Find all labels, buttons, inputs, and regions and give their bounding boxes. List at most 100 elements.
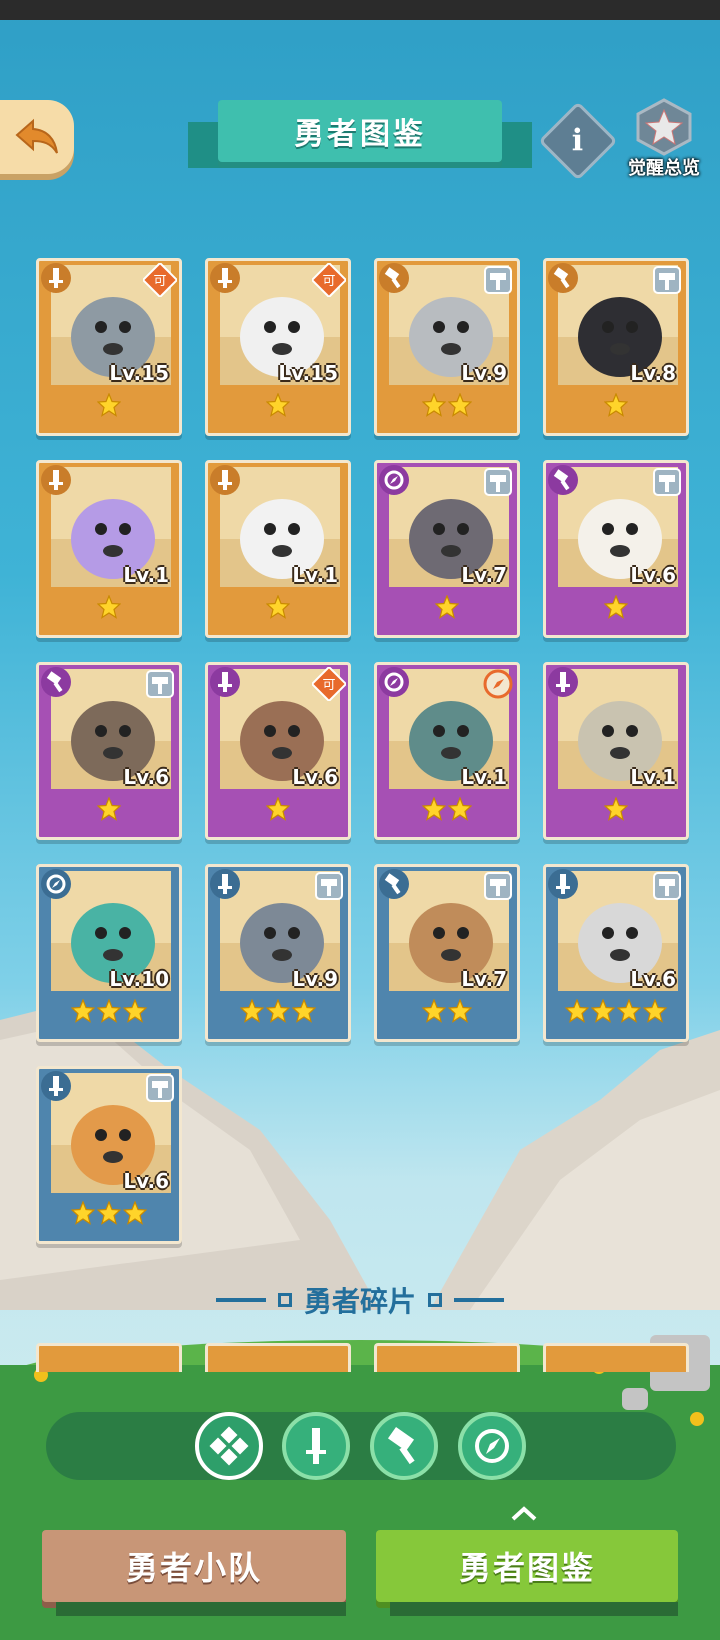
- hero-card[interactable]: Lv.9: [374, 258, 520, 436]
- hero-card[interactable]: Lv.7: [374, 460, 520, 638]
- sword-icon: [41, 263, 71, 293]
- hero-level: Lv.6: [630, 563, 676, 587]
- hammer-badge-icon: [650, 465, 684, 499]
- hammer-badge-icon: [481, 465, 515, 499]
- hero-card[interactable]: Lv.1: [205, 460, 351, 638]
- filter-all-button[interactable]: [195, 1412, 263, 1480]
- hero-level: Lv.6: [123, 1169, 169, 1193]
- star-icon: [447, 796, 473, 825]
- filter-hammer-button[interactable]: [370, 1412, 438, 1480]
- sword-icon: [210, 465, 240, 495]
- star-icon: [96, 998, 122, 1027]
- hero-card[interactable]: 可 Lv.6: [205, 662, 351, 840]
- hero-level: Lv.6: [292, 765, 338, 789]
- hero-star-rating: [377, 796, 517, 825]
- compass-icon: [379, 667, 409, 697]
- compass-icon: [475, 1429, 509, 1463]
- svg-text:可: 可: [322, 678, 335, 693]
- hero-card[interactable]: Lv.6: [543, 460, 689, 638]
- filter-compass-button[interactable]: [458, 1412, 526, 1480]
- shard-card[interactable]: [543, 1343, 689, 1372]
- compass-badge-icon: [481, 667, 515, 701]
- star-badge-icon: [636, 98, 692, 156]
- hero-card[interactable]: Lv.9: [205, 864, 351, 1042]
- hero-card[interactable]: Lv.6: [36, 1066, 182, 1244]
- hero-level: Lv.7: [461, 563, 507, 587]
- star-icon: [122, 998, 148, 1027]
- hero-star-rating: [546, 998, 686, 1027]
- hero-level: Lv.15: [278, 361, 338, 385]
- hero-star-rating: [546, 594, 686, 623]
- star-icon: [564, 998, 590, 1027]
- filter-sword-button[interactable]: [282, 1412, 350, 1480]
- rock: [622, 1388, 648, 1410]
- divider: [454, 1298, 504, 1302]
- divider: [215, 1298, 266, 1302]
- chevron-up-icon: [511, 1506, 537, 1521]
- shard-card[interactable]: [374, 1343, 520, 1372]
- hero-star-rating: [39, 1200, 179, 1229]
- sword-icon: [548, 667, 578, 697]
- sword-icon: [210, 869, 240, 899]
- hero-star-rating: [377, 392, 517, 421]
- hero-star-rating: [39, 594, 179, 623]
- flower: [690, 1412, 704, 1426]
- star-icon: [434, 594, 460, 623]
- hammer-icon: [379, 869, 409, 899]
- star-icon: [291, 998, 317, 1027]
- hero-card[interactable]: Lv.1: [36, 460, 182, 638]
- hero-star-rating: [39, 998, 179, 1027]
- hero-star-rating: [208, 998, 348, 1027]
- tab-hero-team[interactable]: 勇者小队: [42, 1530, 346, 1602]
- hero-card[interactable]: Lv.10: [36, 864, 182, 1042]
- hero-star-rating: [208, 392, 348, 421]
- hero-star-rating: [208, 594, 348, 623]
- sword-icon: [41, 1071, 71, 1101]
- hammer-badge-icon: [650, 263, 684, 297]
- star-icon: [603, 392, 629, 421]
- star-icon: [421, 392, 447, 421]
- hero-card[interactable]: 可 Lv.15: [205, 258, 351, 436]
- info-button[interactable]: i: [538, 101, 618, 181]
- hero-card[interactable]: Lv.6: [36, 662, 182, 840]
- star-icon: [70, 998, 96, 1027]
- hammer-icon: [41, 667, 71, 697]
- sword-icon: [210, 263, 240, 293]
- hammer-badge-icon: [650, 869, 684, 903]
- hero-card[interactable]: Lv.8: [543, 258, 689, 436]
- status-bar: [0, 0, 720, 20]
- svg-text:可: 可: [322, 274, 335, 289]
- star-icon: [96, 1200, 122, 1229]
- star-icon: [239, 998, 265, 1027]
- back-arrow-icon: [15, 118, 58, 154]
- shard-card[interactable]: [36, 1343, 182, 1372]
- hero-card[interactable]: 可 Lv.15: [36, 258, 182, 436]
- star-icon: [122, 1200, 148, 1229]
- shard-card[interactable]: [205, 1343, 351, 1372]
- hero-level: Lv.1: [630, 765, 676, 789]
- hero-level: Lv.10: [109, 967, 169, 991]
- hero-card[interactable]: Lv.1: [374, 662, 520, 840]
- hammer-badge-icon: [481, 263, 515, 297]
- hero-card[interactable]: Lv.6: [543, 864, 689, 1042]
- star-icon: [590, 998, 616, 1027]
- awaken-overview-label: 觉醒总览: [628, 158, 700, 179]
- nav-shadow: [56, 1602, 346, 1616]
- star-icon: [70, 1200, 96, 1229]
- hammer-badge-icon: [481, 869, 515, 903]
- star-icon: [421, 796, 447, 825]
- hero-card[interactable]: Lv.7: [374, 864, 520, 1042]
- nav-shadow: [390, 1602, 678, 1616]
- star-icon: [96, 796, 122, 825]
- hammer-icon: [379, 263, 409, 293]
- hero-star-rating: [39, 392, 179, 421]
- star-icon: [447, 392, 473, 421]
- tab-hero-codex[interactable]: 勇者图鉴: [376, 1530, 678, 1602]
- awaken-overview-button[interactable]: 觉醒总览: [614, 98, 714, 188]
- hero-level: Lv.1: [461, 765, 507, 789]
- back-button[interactable]: [0, 100, 74, 174]
- hammer-badge-icon: [143, 667, 177, 701]
- hero-card[interactable]: Lv.1: [543, 662, 689, 840]
- shield-badge-icon: 可: [310, 665, 348, 703]
- hero-level: Lv.7: [461, 967, 507, 991]
